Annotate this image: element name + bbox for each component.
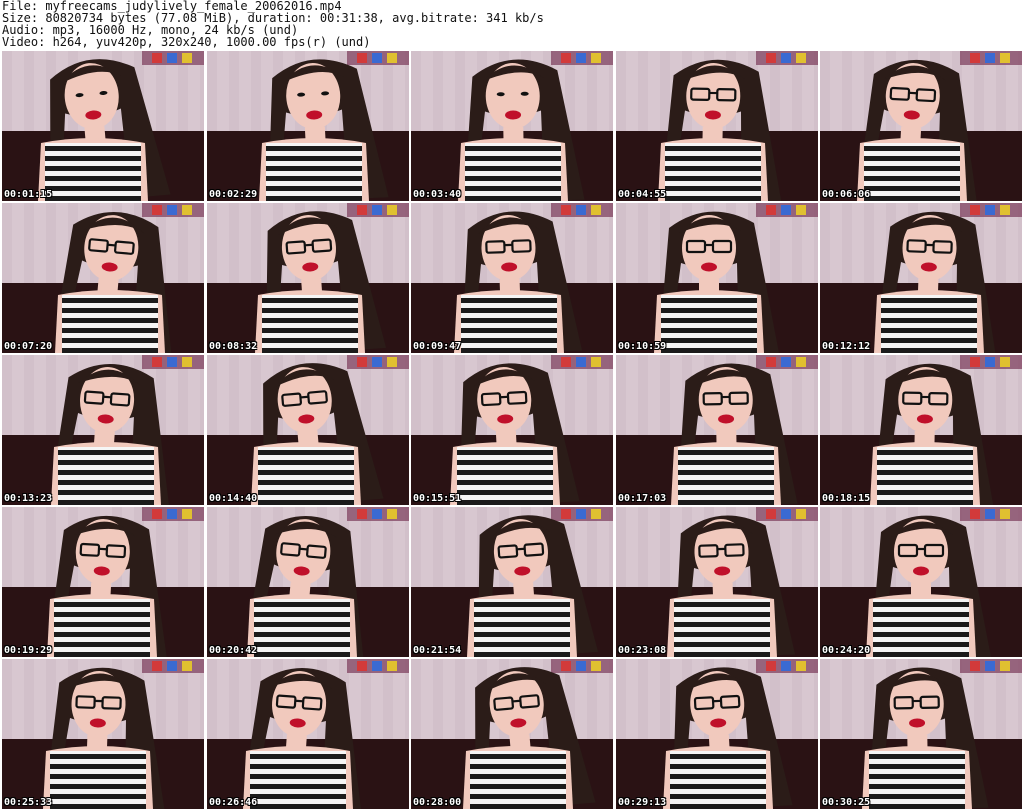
video-thumbnail: 00:01:15 bbox=[2, 51, 204, 201]
thumbnail-timestamp: 00:06:06 bbox=[822, 189, 871, 200]
video-thumbnail: 00:30:25 bbox=[820, 659, 1022, 809]
video-thumbnail: 00:10:59 bbox=[616, 203, 818, 353]
frame-image bbox=[616, 659, 818, 809]
frame-image bbox=[207, 659, 409, 809]
thumbnail-timestamp: 00:03:40 bbox=[413, 189, 462, 200]
thumbnail-timestamp: 00:13:23 bbox=[4, 493, 53, 504]
thumbnail-timestamp: 00:19:29 bbox=[4, 645, 53, 656]
frame-image bbox=[411, 507, 613, 657]
thumbnail-grid: 00:01:15 00:02:29 00:03:40 00:04:55 00:0… bbox=[2, 51, 1022, 809]
frame-image bbox=[2, 355, 204, 505]
thumbnail-timestamp: 00:23:08 bbox=[618, 645, 667, 656]
frame-image bbox=[820, 507, 1022, 657]
frame-image bbox=[820, 355, 1022, 505]
frame-image bbox=[820, 659, 1022, 809]
frame-image bbox=[616, 203, 818, 353]
frame-image bbox=[820, 51, 1022, 201]
thumbnail-timestamp: 00:20:42 bbox=[209, 645, 258, 656]
frame-image bbox=[2, 507, 204, 657]
video-thumbnail: 00:17:03 bbox=[616, 355, 818, 505]
frame-image bbox=[616, 507, 818, 657]
frame-image bbox=[2, 203, 204, 353]
thumbnail-timestamp: 00:04:55 bbox=[618, 189, 667, 200]
frame-image bbox=[616, 355, 818, 505]
frame-image bbox=[207, 51, 409, 201]
thumbnail-timestamp: 00:09:47 bbox=[413, 341, 462, 352]
frame-image bbox=[616, 51, 818, 201]
thumbnail-timestamp: 00:15:51 bbox=[413, 493, 462, 504]
thumbnail-timestamp: 00:24:20 bbox=[822, 645, 871, 656]
video-info-line: Video: h264, yuv420p, 320x240, 1000.00 f… bbox=[2, 35, 371, 49]
video-thumbnail: 00:19:29 bbox=[2, 507, 204, 657]
video-thumbnail: 00:28:00 bbox=[411, 659, 613, 809]
thumbnail-timestamp: 00:14:40 bbox=[209, 493, 258, 504]
thumbnail-timestamp: 00:17:03 bbox=[618, 493, 667, 504]
video-thumbnail: 00:14:40 bbox=[207, 355, 409, 505]
thumbnail-timestamp: 00:10:59 bbox=[618, 341, 667, 352]
video-thumbnail: 00:09:47 bbox=[411, 203, 613, 353]
frame-image bbox=[411, 659, 613, 809]
file-info-header: File: myfreecams_judylively_female_20062… bbox=[0, 0, 1024, 50]
video-thumbnail: 00:13:23 bbox=[2, 355, 204, 505]
frame-image bbox=[411, 355, 613, 505]
video-thumbnail: 00:29:13 bbox=[616, 659, 818, 809]
thumbnail-timestamp: 00:08:32 bbox=[209, 341, 258, 352]
video-thumbnail: 00:12:12 bbox=[820, 203, 1022, 353]
video-thumbnail: 00:03:40 bbox=[411, 51, 613, 201]
video-thumbnail: 00:18:15 bbox=[820, 355, 1022, 505]
video-thumbnail: 00:06:06 bbox=[820, 51, 1022, 201]
frame-image bbox=[411, 51, 613, 201]
frame-image bbox=[207, 507, 409, 657]
frame-image bbox=[820, 203, 1022, 353]
thumbnail-timestamp: 00:07:20 bbox=[4, 341, 53, 352]
video-thumbnail: 00:07:20 bbox=[2, 203, 204, 353]
thumbnail-timestamp: 00:12:12 bbox=[822, 341, 871, 352]
frame-image bbox=[411, 203, 613, 353]
frame-image bbox=[207, 203, 409, 353]
thumbnail-timestamp: 00:01:15 bbox=[4, 189, 53, 200]
video-thumbnail: 00:20:42 bbox=[207, 507, 409, 657]
video-thumbnail: 00:15:51 bbox=[411, 355, 613, 505]
video-thumbnail: 00:25:33 bbox=[2, 659, 204, 809]
thumbnail-timestamp: 00:30:25 bbox=[822, 797, 871, 808]
frame-image bbox=[207, 355, 409, 505]
frame-image bbox=[2, 659, 204, 809]
video-thumbnail: 00:08:32 bbox=[207, 203, 409, 353]
thumbnail-timestamp: 00:18:15 bbox=[822, 493, 871, 504]
video-thumbnail: 00:24:20 bbox=[820, 507, 1022, 657]
video-thumbnail: 00:23:08 bbox=[616, 507, 818, 657]
video-thumbnail: 00:26:46 bbox=[207, 659, 409, 809]
thumbnail-timestamp: 00:25:33 bbox=[4, 797, 53, 808]
video-thumbnail: 00:21:54 bbox=[411, 507, 613, 657]
video-thumbnail: 00:02:29 bbox=[207, 51, 409, 201]
thumbnail-timestamp: 00:26:46 bbox=[209, 797, 258, 808]
thumbnail-timestamp: 00:29:13 bbox=[618, 797, 667, 808]
thumbnail-timestamp: 00:02:29 bbox=[209, 189, 258, 200]
frame-image bbox=[2, 51, 204, 201]
thumbnail-timestamp: 00:28:00 bbox=[413, 797, 462, 808]
video-thumbnail: 00:04:55 bbox=[616, 51, 818, 201]
thumbnail-timestamp: 00:21:54 bbox=[413, 645, 462, 656]
